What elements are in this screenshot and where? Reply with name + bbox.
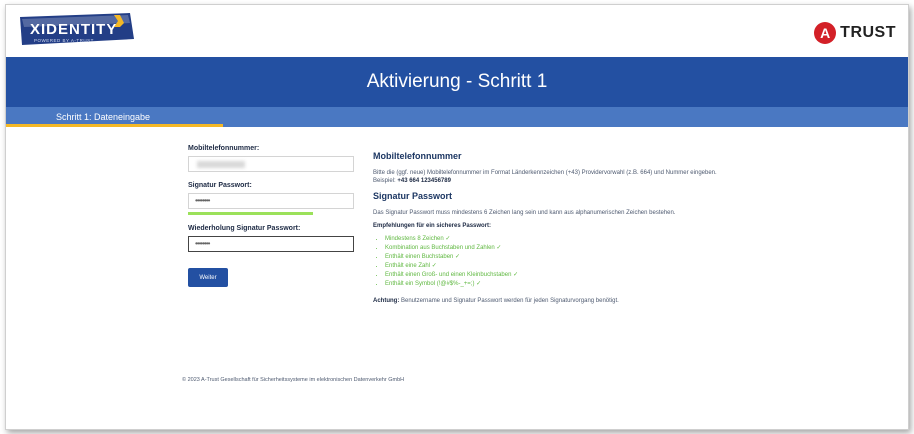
phone-help-text: Bitte die (ggf. neue) Mobiltelefonnummer… <box>373 170 717 184</box>
footer-copyright: © 2023 A-Trust Gesellschaft für Sicherhe… <box>182 377 405 383</box>
password-help-text: Das Signatur Passwort muss mindestens 6 … <box>373 210 676 216</box>
recommendation-item: Kombination aus Buchstaben und Zahlen ✓ <box>385 244 733 253</box>
recommendation-item: Enthält einen Buchstaben ✓ <box>385 253 733 262</box>
password-strength-bar <box>188 212 313 215</box>
password-repeat-input[interactable]: •••••••• <box>188 236 354 252</box>
recommendation-item: Mindestens 8 Zeichen ✓ <box>385 235 733 244</box>
phone-label: Mobiltelefonnummer: <box>188 145 260 152</box>
phone-heading: Mobiltelefonnummer <box>373 151 462 161</box>
submit-button[interactable]: Weiter <box>188 268 228 287</box>
password-input[interactable]: •••••••• <box>188 193 354 209</box>
atrust-logo-text: TRUST <box>840 24 896 41</box>
note-text: Achtung: Benutzername und Signatur Passw… <box>373 298 619 304</box>
password-repeat-value: •••••••• <box>195 239 210 248</box>
recommendation-item: Enthält einen Groß- und einen Kleinbuchs… <box>385 271 733 280</box>
password-value: •••••••• <box>195 196 210 205</box>
recommendations-list: Mindestens 8 Zeichen ✓ Kombination aus B… <box>373 235 733 289</box>
atrust-logo[interactable]: A TRUST <box>814 21 896 45</box>
step-active-indicator <box>6 124 223 127</box>
browser-frame: XIDENTITY POWERED BY A-TRUST A TRUST Akt… <box>5 4 909 430</box>
password-repeat-label: Wiederholung Signatur Passwort: <box>188 225 301 232</box>
atrust-badge-icon: A <box>814 22 837 44</box>
info-panel: Mobiltelefonnummer Bitte die (ggf. neue)… <box>373 151 733 311</box>
recommendation-item: Enthält eine Zahl ✓ <box>385 262 733 271</box>
recommendations-heading: Empfehlungen für ein sicheres Passwort: <box>373 223 492 229</box>
password-label: Signatur Passwort: <box>188 182 252 189</box>
step-bar: Schritt 1: Dateneingabe <box>6 107 908 127</box>
xidentity-logo[interactable]: XIDENTITY POWERED BY A-TRUST <box>16 13 134 47</box>
logo-subtext: POWERED BY A-TRUST <box>34 38 94 43</box>
page-title: Aktivierung - Schritt 1 <box>366 71 548 92</box>
logo-text: XIDENTITY <box>30 21 117 38</box>
phone-example: +43 664 123456789 <box>397 178 451 184</box>
recommendation-item: Enthält ein Symbol (!@#$%-_+=;) ✓ <box>385 280 733 289</box>
activation-form: Mobiltelefonnummer: Signatur Passwort: •… <box>188 145 356 287</box>
phone-input[interactable] <box>188 156 354 172</box>
password-heading: Signatur Passwort <box>373 191 453 201</box>
page-banner: Aktivierung - Schritt 1 <box>6 57 908 107</box>
